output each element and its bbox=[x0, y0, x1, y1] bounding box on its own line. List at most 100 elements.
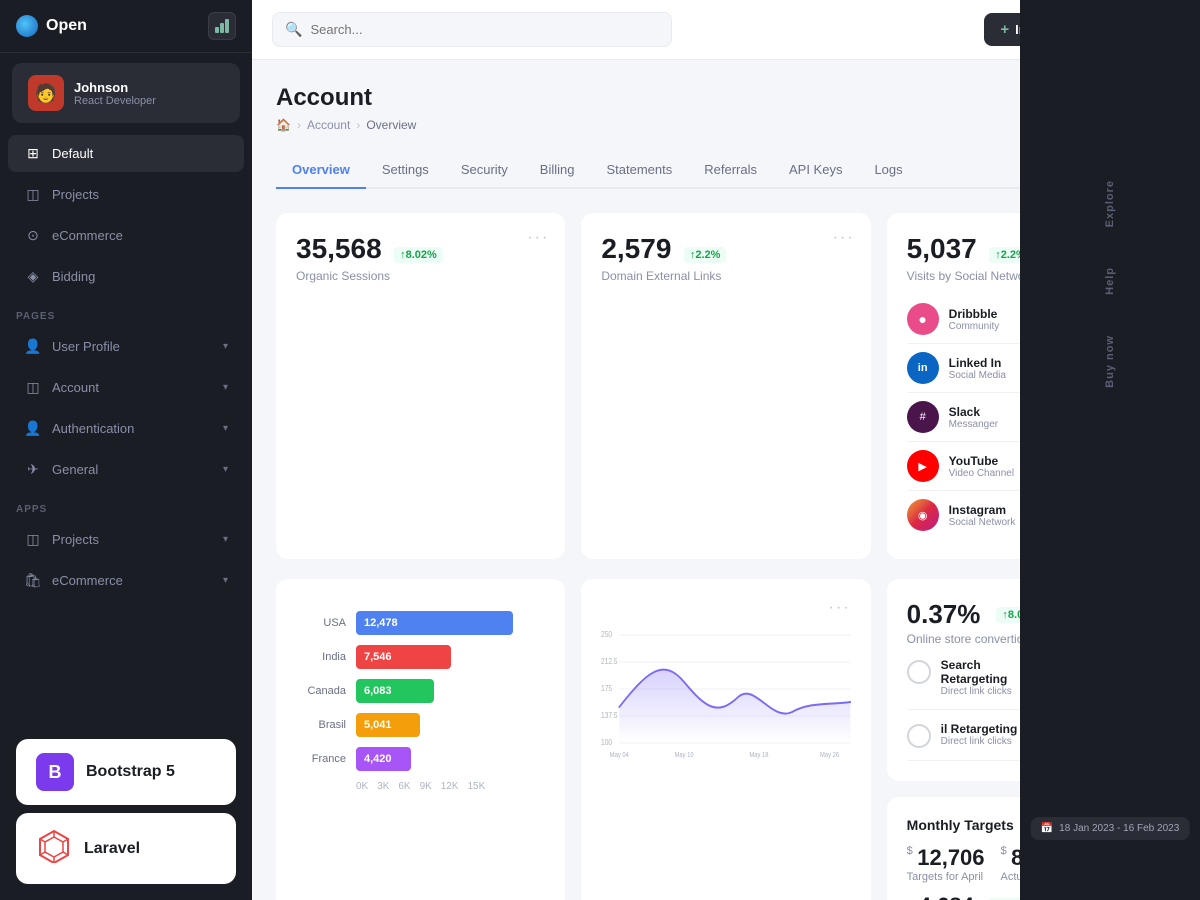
buy-now-label[interactable]: Buy now bbox=[1104, 335, 1116, 388]
svg-text:137.5: 137.5 bbox=[601, 710, 618, 720]
sidebar-item-authentication[interactable]: 👤 Authentication ▾ bbox=[8, 410, 244, 447]
retargeting-circle-1 bbox=[907, 660, 931, 684]
card-menu-links[interactable]: ··· bbox=[833, 229, 855, 247]
projects-icon: ◫ bbox=[24, 186, 42, 203]
chevron-down-icon-5: ▾ bbox=[223, 534, 228, 545]
bootstrap-card[interactable]: B Bootstrap 5 bbox=[16, 739, 236, 805]
help-label[interactable]: Help bbox=[1104, 267, 1116, 295]
sidebar-label-projects-app: Projects bbox=[52, 532, 99, 547]
nav-label-projects: Projects bbox=[52, 187, 99, 202]
sidebar-item-ecommerce-app[interactable]: 🛍 eCommerce ▾ bbox=[8, 562, 244, 599]
chevron-down-icon: ▾ bbox=[223, 341, 228, 352]
youtube-logo: ▶ bbox=[907, 450, 939, 482]
metric-badge-sessions: ↑8.02% bbox=[394, 247, 443, 263]
svg-text:May 04: May 04 bbox=[610, 752, 629, 760]
bar-chart-card: USA 12,478 India 7,546 Canada bbox=[276, 579, 565, 900]
bar-canada: 6,083 bbox=[356, 679, 434, 703]
sidebar-chart-icon[interactable] bbox=[208, 12, 236, 40]
breadcrumb-home-icon[interactable]: 🏠 bbox=[276, 118, 291, 132]
bootstrap-label: Bootstrap 5 bbox=[86, 763, 175, 781]
tab-overview[interactable]: Overview bbox=[276, 152, 366, 189]
sidebar-header: Open bbox=[0, 0, 252, 53]
explore-label[interactable]: Explore bbox=[1104, 180, 1116, 227]
ecommerce-icon: ⊙ bbox=[24, 227, 42, 244]
account-icon: ◫ bbox=[24, 379, 42, 396]
avatar: 🧑 bbox=[28, 75, 64, 111]
metric-label-sessions: Organic Sessions bbox=[296, 269, 545, 283]
calendar-icon: 📅 bbox=[1041, 823, 1053, 834]
date-badge: 📅 18 Jan 2023 - 16 Feb 2023 bbox=[1031, 817, 1190, 840]
bar-axis: 0K3K6K9K12K15K bbox=[296, 781, 545, 792]
linkedin-logo: in bbox=[907, 352, 939, 384]
tab-statements[interactable]: Statements bbox=[590, 152, 688, 189]
svg-text:May 10: May 10 bbox=[675, 752, 694, 760]
nav-bidding[interactable]: ◈ Bidding bbox=[8, 258, 244, 295]
nav-ecommerce[interactable]: ⊙ eCommerce bbox=[8, 217, 244, 254]
logo-dot-icon bbox=[16, 15, 38, 37]
ecommerce-app-icon: 🛍 bbox=[24, 572, 42, 589]
breadcrumb-overview: Overview bbox=[366, 118, 416, 132]
general-icon: ✈ bbox=[24, 461, 42, 478]
search-box[interactable]: 🔍 bbox=[272, 12, 672, 47]
metric-value-links: 2,579 ↑2.2% bbox=[601, 233, 850, 265]
sidebar-item-general[interactable]: ✈ General ▾ bbox=[8, 451, 244, 488]
sidebar-logo[interactable]: Open bbox=[16, 15, 87, 37]
instagram-logo: ◉ bbox=[907, 499, 939, 531]
sidebar: Open 🧑 Johnson React Developer ⊞ Default… bbox=[0, 0, 252, 900]
right-panel: Explore Help Buy now 📅 18 Jan 2023 - 16 … bbox=[1020, 0, 1200, 900]
line-chart-menu[interactable]: ··· bbox=[829, 599, 851, 617]
svg-text:175: 175 bbox=[601, 683, 612, 693]
nav-label-default: Default bbox=[52, 146, 93, 161]
tab-logs[interactable]: Logs bbox=[858, 152, 918, 189]
bar-row-brasil: Brasil 5,041 bbox=[296, 713, 545, 737]
retargeting-circle-2 bbox=[907, 724, 931, 748]
sidebar-item-account[interactable]: ◫ Account ▾ bbox=[8, 369, 244, 406]
authentication-icon: 👤 bbox=[24, 420, 42, 437]
bar-chart: USA 12,478 India 7,546 Canada bbox=[296, 611, 545, 792]
nav-default[interactable]: ⊞ Default bbox=[8, 135, 244, 172]
nav-projects[interactable]: ◫ Projects bbox=[8, 176, 244, 213]
default-icon: ⊞ bbox=[24, 145, 42, 162]
tab-settings[interactable]: Settings bbox=[366, 152, 445, 189]
svg-text:May 26: May 26 bbox=[820, 752, 839, 760]
app-name: Open bbox=[46, 17, 87, 35]
breadcrumb-account[interactable]: Account bbox=[307, 118, 350, 132]
tab-referrals[interactable]: Referrals bbox=[688, 152, 773, 189]
user-role: React Developer bbox=[74, 95, 224, 107]
nav-label-bidding: Bidding bbox=[52, 269, 95, 284]
search-input[interactable] bbox=[310, 22, 659, 37]
svg-text:100: 100 bbox=[601, 737, 612, 747]
search-icon: 🔍 bbox=[285, 21, 302, 38]
metric-card-sessions: 35,568 ↑8.02% Organic Sessions ··· bbox=[276, 213, 565, 559]
svg-text:250: 250 bbox=[601, 629, 612, 639]
breadcrumb-sep-1: › bbox=[297, 118, 301, 132]
card-menu-sessions[interactable]: ··· bbox=[527, 229, 549, 247]
bar-brasil: 5,041 bbox=[356, 713, 420, 737]
tab-api-keys[interactable]: API Keys bbox=[773, 152, 858, 189]
sidebar-item-projects-app[interactable]: ◫ Projects ▾ bbox=[8, 521, 244, 558]
tab-billing[interactable]: Billing bbox=[524, 152, 591, 189]
bidding-icon: ◈ bbox=[24, 268, 42, 285]
pages-section-label: PAGES bbox=[0, 297, 252, 326]
tab-security[interactable]: Security bbox=[445, 152, 524, 189]
bar-france: 4,420 bbox=[356, 747, 411, 771]
chevron-down-icon-4: ▾ bbox=[223, 464, 228, 475]
bar-row-france: France 4,420 bbox=[296, 747, 545, 771]
line-chart-svg: 250 212.5 175 137.5 100 bbox=[601, 627, 850, 767]
user-card[interactable]: 🧑 Johnson React Developer bbox=[12, 63, 240, 123]
slack-logo: # bbox=[907, 401, 939, 433]
projects-app-icon: ◫ bbox=[24, 531, 42, 548]
line-chart-card: ··· 250 212.5 175 137.5 100 bbox=[581, 579, 870, 900]
sidebar-label-user-profile: User Profile bbox=[52, 339, 120, 354]
nav-label-ecommerce: eCommerce bbox=[52, 228, 123, 243]
breadcrumb-sep-2: › bbox=[356, 118, 360, 132]
user-profile-icon: 👤 bbox=[24, 338, 42, 355]
sidebar-item-user-profile[interactable]: 👤 User Profile ▾ bbox=[8, 328, 244, 365]
bar-india: 7,546 bbox=[356, 645, 451, 669]
target-item-1: $ 12,706 Targets for April bbox=[907, 845, 985, 883]
user-name: Johnson bbox=[74, 80, 224, 95]
dribbble-logo: ● bbox=[907, 303, 939, 335]
metric-card-links: 2,579 ↑2.2% Domain External Links ··· bbox=[581, 213, 870, 559]
laravel-card[interactable]: Laravel bbox=[16, 813, 236, 884]
chevron-down-icon-6: ▾ bbox=[223, 575, 228, 586]
